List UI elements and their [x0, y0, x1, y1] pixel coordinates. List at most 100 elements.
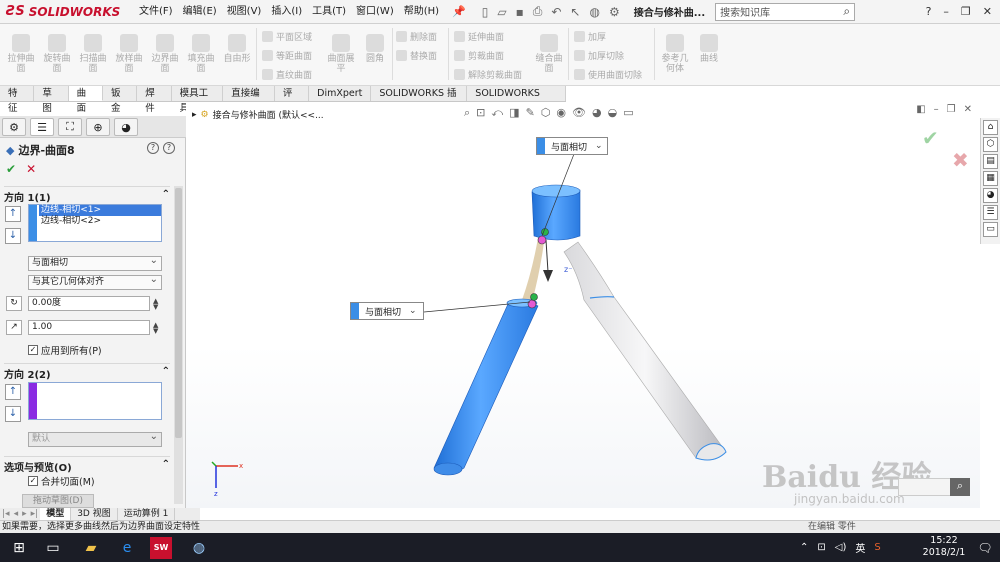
detailed-help-icon[interactable]: ? — [163, 142, 175, 154]
task-view-icon[interactable]: ▭ — [42, 537, 64, 559]
connector-handle[interactable] — [527, 299, 537, 309]
home-icon[interactable]: ⌂ — [983, 120, 998, 135]
tab-surfaces[interactable]: 曲面 — [68, 86, 103, 114]
tab-addins[interactable]: SOLIDWORKS 插件 — [371, 86, 468, 114]
list-item[interactable]: 边线-相切<1> — [39, 205, 161, 216]
edge-browser-icon[interactable]: e — [116, 537, 138, 559]
drag-sketch-button[interactable]: 拖动草图(D) — [22, 494, 94, 508]
tab-sketch[interactable]: 草图 — [34, 86, 69, 114]
sweep-surface-button[interactable]: 扫描曲面 — [78, 30, 108, 74]
fill-surface-button[interactable]: 填充曲面 — [186, 30, 216, 74]
file-explorer-icon[interactable]: ▦ — [983, 171, 998, 186]
undo-icon[interactable]: ↶ — [551, 5, 561, 19]
clock[interactable]: 15:22 2018/2/1 — [914, 535, 974, 559]
tab-sheet-metal[interactable]: 钣金 — [102, 86, 138, 114]
chevron-down-icon[interactable]: ⌄ — [409, 306, 417, 316]
menu-tools[interactable]: 工具(T) — [307, 0, 351, 24]
file-explorer-taskbar-icon[interactable]: ▰ — [80, 537, 102, 559]
volume-icon[interactable]: ◁) — [835, 542, 847, 553]
planar-surface-button[interactable]: 平面区域 — [262, 30, 312, 43]
thicken-cut-button[interactable]: 加厚切除 — [574, 49, 624, 62]
connector-handle[interactable] — [530, 293, 538, 301]
tab-direct-editing[interactable]: 直接编辑 — [223, 86, 275, 114]
tab-3d-view[interactable]: 3D 视图 — [71, 508, 118, 520]
display-manager-icon[interactable]: ◕ — [114, 118, 138, 136]
ruled-surface-button[interactable]: 直纹曲面 — [262, 68, 312, 81]
menu-view[interactable]: 视图(V) — [222, 0, 267, 24]
direction1-curve-list[interactable]: 边线-相切<1> 边线-相切<2> — [28, 204, 162, 242]
direction2-curve-list[interactable] — [28, 382, 162, 420]
feature-tree-icon[interactable]: ⚙ — [2, 118, 26, 136]
tab-model[interactable]: 模型 — [40, 508, 72, 520]
print-icon[interactable]: ⎙ — [533, 4, 543, 19]
graphics-area[interactable]: ▸ ⚙ 接合与修补曲面 (默认<<... ⌕ ⊡ ⤺ ◨ ✎ ⬡ ◉ 👁 ◕ ◒… — [186, 102, 980, 508]
collapse-icon[interactable]: ⌃ — [162, 459, 170, 474]
fillet-button[interactable]: 圆角 — [360, 30, 390, 64]
windows-start-icon[interactable]: ⊞ — [8, 537, 30, 559]
revolve-surface-button[interactable]: 旋转曲面 — [42, 30, 72, 74]
panel-scrollbar[interactable] — [174, 186, 183, 504]
next-tab-icon[interactable]: ▸ — [20, 508, 29, 520]
untrim-surface-button[interactable]: 解除剪裁曲面 — [454, 68, 522, 81]
menu-file[interactable]: 文件(F) — [134, 0, 178, 24]
cut-with-surface-button[interactable]: 使用曲面切除 — [574, 68, 642, 81]
list-item[interactable]: 边线-相切<2> — [39, 216, 161, 227]
appearances-icon[interactable]: ◕ — [983, 188, 998, 203]
direction2-header[interactable]: 方向 2(2) ⌃ — [4, 363, 170, 381]
first-tab-icon[interactable]: |◂ — [0, 508, 12, 520]
close-button[interactable]: ✕ — [983, 5, 992, 18]
property-manager-icon[interactable]: ☰ — [30, 118, 54, 136]
tangent-length-field[interactable]: 1.00 — [28, 320, 150, 335]
replace-face-button[interactable]: 替换面 — [396, 49, 437, 62]
prev-tab-icon[interactable]: ◂ — [12, 508, 21, 520]
notification-icon[interactable]: 🗨 — [974, 537, 996, 559]
confirmation-ok-icon[interactable]: ✔ — [922, 126, 939, 150]
last-tab-icon[interactable]: ▸| — [29, 508, 41, 520]
options-icon[interactable]: ⚙ — [609, 5, 620, 19]
tab-features[interactable]: 特征 — [0, 86, 35, 114]
draft-angle-field[interactable]: 0.00度 — [28, 296, 150, 311]
direction2-tangency-select[interactable]: 默认 — [28, 430, 162, 447]
direction1-header[interactable]: 方向 1(1) ⌃ — [4, 186, 170, 204]
new-icon[interactable]: ▯ — [482, 5, 489, 19]
reference-geometry-button[interactable]: 参考几何体 — [660, 30, 690, 74]
move-down-button[interactable]: ↓ — [5, 406, 21, 422]
network-icon[interactable]: ⊡ — [817, 542, 825, 553]
custom-properties-icon[interactable]: ☰ — [983, 205, 998, 220]
tab-motion-study[interactable]: 运动算例 1 — [118, 508, 176, 520]
tangency-type-select[interactable]: 与面相切 — [28, 254, 162, 271]
dimxpert-icon[interactable]: ⊕ — [86, 118, 110, 136]
reverse-direction-icon[interactable]: ↻ — [6, 296, 22, 311]
tray-up-arrow-icon[interactable]: ⌃ — [800, 542, 808, 553]
forum-icon[interactable]: ▭ — [983, 222, 998, 237]
move-down-button[interactable]: ↓ — [5, 228, 21, 244]
help-icon[interactable]: ? — [926, 5, 932, 18]
ime-app-icon[interactable]: S — [874, 542, 880, 553]
select-icon[interactable]: ↖ — [570, 5, 580, 19]
loft-surface-button[interactable]: 放样曲面 — [114, 30, 144, 74]
resources-icon[interactable]: ⬡ — [983, 137, 998, 152]
tangency-callout-top[interactable]: 与面相切 ⌄ — [536, 137, 608, 155]
collapse-icon[interactable]: ⌃ — [162, 366, 170, 381]
angle-spinner[interactable]: ▲ ▼ — [153, 298, 158, 311]
freeform-button[interactable]: 自由形 — [222, 30, 252, 64]
options-preview-header[interactable]: 选项与预览(O) ⌃ — [4, 456, 170, 474]
collapse-icon[interactable]: ⌃ — [162, 189, 170, 204]
tab-mbd[interactable]: SOLIDWORKS MBD — [467, 86, 566, 114]
confirmation-cancel-icon[interactable]: ✖ — [952, 148, 969, 172]
design-library-icon[interactable]: ▤ — [983, 154, 998, 169]
help-icon[interactable]: ? — [147, 142, 159, 154]
knit-surface-button[interactable]: 缝合曲面 — [534, 30, 564, 74]
move-up-button[interactable]: ↑ — [5, 206, 21, 222]
ime-indicator[interactable]: 英 — [855, 540, 865, 555]
checkbox-box[interactable]: ✓ — [28, 476, 38, 486]
extend-surface-button[interactable]: 延伸曲面 — [454, 30, 504, 43]
apply-to-all-checkbox[interactable]: ✓ 应用到所有(P) — [28, 343, 102, 357]
checkbox-box[interactable]: ✓ — [28, 345, 38, 355]
menu-help[interactable]: 帮助(H) — [399, 0, 444, 24]
solidworks-taskbar-icon[interactable]: SW — [150, 537, 172, 559]
length-spinner[interactable]: ▲ ▼ — [153, 322, 158, 335]
offset-surface-button[interactable]: 等距曲面 — [262, 49, 312, 62]
trim-surface-button[interactable]: 剪裁曲面 — [454, 49, 504, 62]
thicken-button[interactable]: 加厚 — [574, 30, 606, 43]
